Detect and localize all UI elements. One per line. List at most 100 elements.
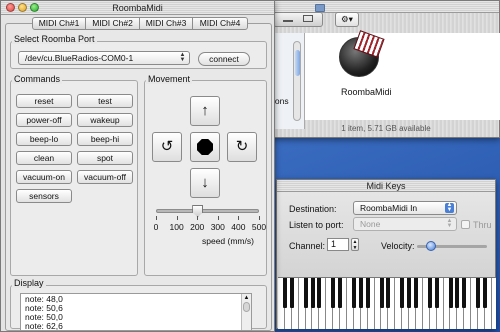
channel-field[interactable]: 1 [327,238,349,251]
speed-slider[interactable] [156,205,259,217]
scroll-up-arrow-icon[interactable]: ▲ [242,294,251,302]
command-button-spot[interactable]: spot [77,151,133,165]
tab-midi-ch1[interactable]: MIDI Ch#1 [32,17,86,30]
command-button-beep-hi[interactable]: beep-hi [77,132,133,146]
piano-black-key[interactable] [414,278,418,308]
command-button-clean[interactable]: clean [16,151,72,165]
piano-black-key[interactable] [358,278,363,308]
velocity-slider[interactable] [417,241,487,251]
velocity-label: Velocity: [381,241,415,251]
rotate-left-icon: ↺ [160,138,174,155]
velocity-slider-thumb[interactable] [426,241,436,251]
destination-value: RoombaMidi In [360,203,418,213]
piano-black-key[interactable] [351,278,356,308]
command-button-power-off[interactable]: power-off [16,113,72,127]
finder-sidebar-scrollbar[interactable] [293,41,301,121]
speed-label: speed (mm/s) [202,236,254,246]
commands-group-label: Commands [12,74,63,84]
command-button-reset[interactable]: reset [16,94,72,108]
display-scrollbar[interactable]: ▲ [241,294,251,330]
piano-black-key[interactable] [303,278,308,308]
display-group-label: Display [12,278,46,288]
minimize-button[interactable] [18,3,27,12]
finder-folder-icon [315,4,325,12]
piano-black-key[interactable] [427,278,432,308]
piano-black-key[interactable] [455,278,460,308]
midi-keys-window: Midi Keys Destination: RoombaMidi In ▲ ▼ … [276,179,496,329]
port-group-label: Select Roomba Port [12,34,97,44]
action-gear-button[interactable]: ⚙▾ [335,12,359,27]
connect-button[interactable]: connect [198,52,250,66]
command-button-sensors[interactable]: sensors [16,189,72,203]
port-select[interactable]: /dev/cu.BlueRadios-COM0-1 ▲ ▼ [18,51,190,65]
piano-black-key[interactable] [338,278,343,308]
finder-window: ⚙▾ ions RoombaMidi 1 item, 5.71 GB avail… [270,0,500,138]
finder-item-label[interactable]: RoombaMidi [341,87,392,97]
column-view-icon [303,15,314,22]
listen-popup[interactable]: None ▲ ▼ [353,217,457,231]
piano-black-key[interactable] [331,278,336,308]
tab-midi-ch4[interactable]: MIDI Ch#4 [192,17,248,30]
window-title: RoombaMidi [112,3,163,13]
command-button-vacuum-on[interactable]: vacuum-on [16,170,72,184]
thru-checkbox[interactable] [461,220,470,229]
backward-button[interactable]: ↓ [190,168,220,198]
piano-black-key[interactable] [400,278,405,308]
piano-black-key[interactable] [407,278,412,308]
piano-black-key[interactable] [462,278,467,308]
piano-black-key[interactable] [379,278,384,308]
channel-label: Channel: [289,241,326,251]
arrow-up-icon: ↑ [201,102,209,119]
zoom-button[interactable] [30,3,39,12]
spin-left-button[interactable]: ↺ [152,132,182,162]
channel-stepper[interactable]: ▲ ▼ [351,238,359,251]
finder-view-button[interactable] [273,12,323,27]
command-button-vacuum-off[interactable]: vacuum-off [77,170,133,184]
piano-black-key[interactable] [476,278,481,308]
list-view-icon [282,20,293,22]
speed-tick-mark [217,216,219,220]
midi-keys-titlebar: Midi Keys [277,180,495,192]
piano-black-key[interactable] [310,278,315,308]
speed-tick-label: 400 [231,222,246,232]
popup-arrows-icon: ▲ ▼ [179,52,186,63]
midi-keys-title: Midi Keys [366,181,406,191]
finder-status-bar: 1 item, 5.71 GB available [341,124,431,133]
command-button-wakeup[interactable]: wakeup [77,113,133,127]
spin-right-button[interactable]: ↻ [227,132,257,162]
roomba-app-icon[interactable] [339,30,385,77]
piano-black-key[interactable] [483,278,487,308]
speed-tick-mark [156,216,157,220]
speed-tick-label: 0 [153,222,159,232]
speed-tick-label: 500 [251,222,267,232]
roombamidi-titlebar: RoombaMidi [1,1,274,15]
command-button-test[interactable]: test [77,94,133,108]
piano-black-key[interactable] [365,278,370,308]
forward-button[interactable]: ↑ [190,96,220,126]
listen-value: None [360,219,381,229]
tab-midi-ch3[interactable]: MIDI Ch#3 [139,17,193,30]
piano-black-key[interactable] [448,278,453,308]
arrow-down-icon: ↓ [201,174,209,191]
tab-midi-ch2[interactable]: MIDI Ch#2 [85,17,140,30]
destination-label: Destination: [289,204,337,214]
popup-arrows-icon: ▲ ▼ [445,202,454,213]
port-value: /dev/cu.BlueRadios-COM0-1 [25,53,134,63]
piano-keyboard[interactable] [278,277,496,329]
stop-button[interactable] [190,132,220,162]
destination-popup[interactable]: RoombaMidi In ▲ ▼ [353,201,457,215]
scroll-thumb[interactable] [243,302,250,312]
movement-group-label: Movement [146,74,193,84]
finder-sidebar-text: ions [273,96,289,106]
roombamidi-window: RoombaMidi MIDI Ch#1 MIDI Ch#2 MIDI Ch#3… [0,0,275,332]
command-button-beep-lo[interactable]: beep-lo [16,132,72,146]
piano-black-key[interactable] [434,278,439,308]
piano-black-key[interactable] [317,278,322,308]
piano-black-key[interactable] [386,278,391,308]
piano-black-key[interactable] [282,278,287,308]
speed-tick-label: 100 [169,222,184,232]
display-log[interactable]: note: 48,0 note: 50,6 note: 50,0 note: 62,6… [20,293,252,331]
close-button[interactable] [6,3,15,12]
speed-tick-mark [176,216,178,220]
piano-black-key[interactable] [289,278,294,308]
